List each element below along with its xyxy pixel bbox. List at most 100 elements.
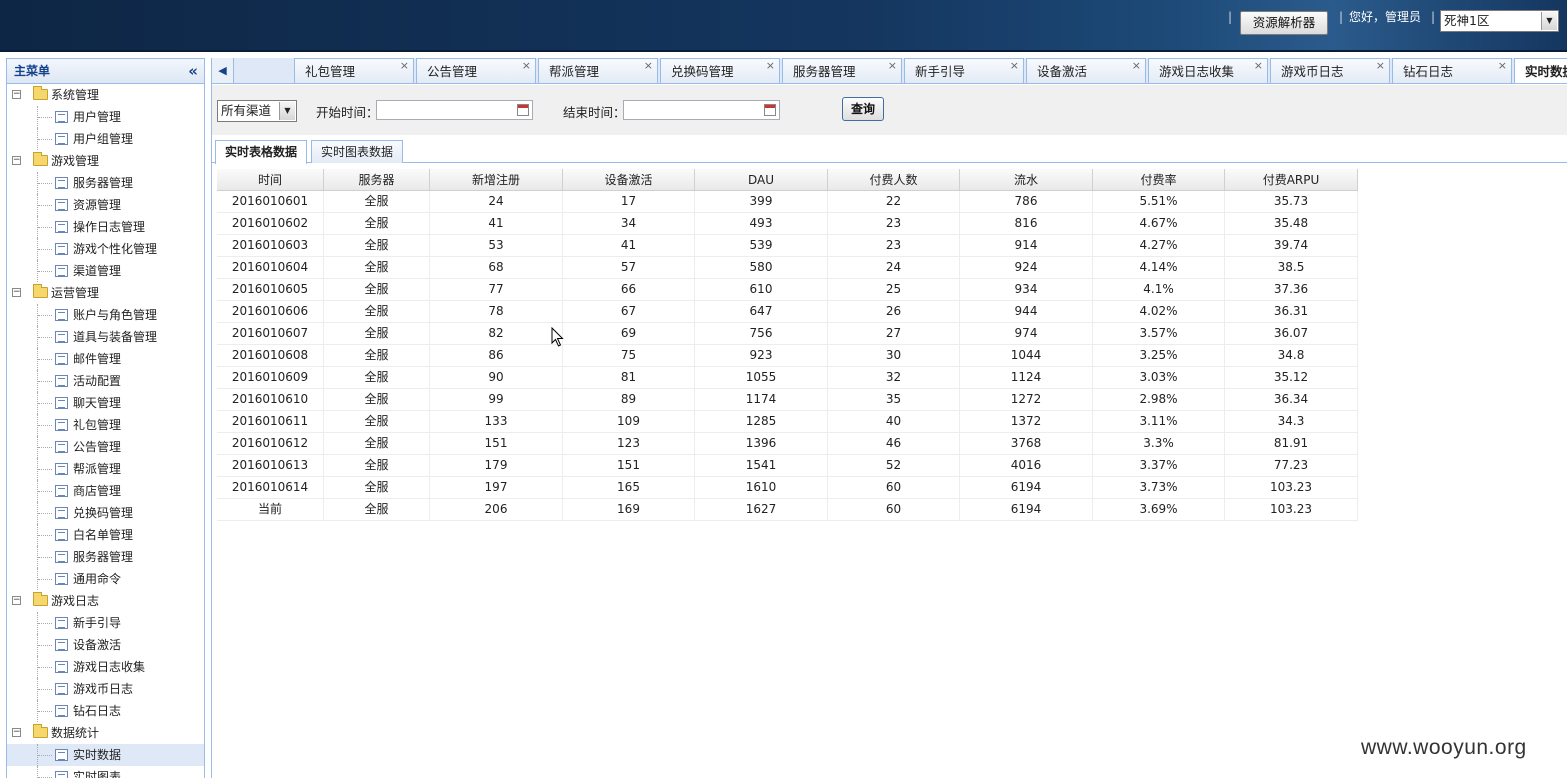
menu-item[interactable]: 用户管理 [7, 106, 204, 128]
menu-group[interactable]: − 游戏管理 [7, 150, 204, 172]
tab-item[interactable]: 帮派管理 × [538, 58, 658, 83]
server-select[interactable]: 死神1区 ▼ [1440, 10, 1559, 32]
table-cell: 67 [563, 301, 695, 322]
column-header[interactable]: 付费率 [1093, 169, 1225, 190]
column-header[interactable]: 设备激活 [563, 169, 695, 190]
menu-item[interactable]: 道具与装备管理 [7, 326, 204, 348]
column-header[interactable]: DAU [695, 169, 828, 190]
collapse-toggle-icon[interactable]: − [12, 90, 21, 99]
menu-item[interactable]: 帮派管理 [7, 458, 204, 480]
menu-item[interactable]: 礼包管理 [7, 414, 204, 436]
close-icon[interactable]: × [766, 58, 775, 78]
end-time-input[interactable] [623, 100, 780, 120]
column-header[interactable]: 服务器 [324, 169, 430, 190]
menu-item[interactable]: 游戏日志收集 [7, 656, 204, 678]
menu-item[interactable]: 兑换码管理 [7, 502, 204, 524]
menu-item[interactable]: 游戏币日志 [7, 678, 204, 700]
double-chevron-left-icon[interactable]: « [188, 59, 198, 83]
table-row[interactable]: 2016010601 全服 24 17 399 22 786 5.51% 35.73 [217, 191, 1358, 213]
menu-item[interactable]: 白名单管理 [7, 524, 204, 546]
menu-item[interactable]: 实时数据 [7, 744, 204, 766]
table-row[interactable]: 2016010605 全服 77 66 610 25 934 4.1% 37.36 [217, 279, 1358, 301]
table-row[interactable]: 2016010602 全服 41 34 493 23 816 4.67% 35.48 [217, 213, 1358, 235]
menu-item[interactable]: 通用命令 [7, 568, 204, 590]
tab-item[interactable]: 游戏日志收集 × [1148, 58, 1268, 83]
calendar-icon[interactable] [764, 104, 776, 116]
table-row[interactable]: 2016010613 全服 179 151 1541 52 4016 3.37% 77.23 [217, 455, 1358, 477]
tab-scroll-left-icon[interactable]: ◀ [212, 58, 234, 83]
tab-item[interactable]: 兑换码管理 × [660, 58, 780, 83]
query-button[interactable]: 查询 [842, 97, 884, 121]
resource-parser-button[interactable]: 资源解析器 [1240, 11, 1328, 35]
tab-item[interactable]: 新手引导 × [904, 58, 1024, 83]
collapse-toggle-icon[interactable]: − [12, 596, 21, 605]
close-icon[interactable]: × [1376, 58, 1385, 78]
table-row[interactable]: 2016010607 全服 82 69 756 27 974 3.57% 36.07 [217, 323, 1358, 345]
menu-item[interactable]: 服务器管理 [7, 546, 204, 568]
menu-item[interactable]: 操作日志管理 [7, 216, 204, 238]
menu-group[interactable]: − 运营管理 [7, 282, 204, 304]
column-header[interactable]: 流水 [960, 169, 1093, 190]
table-row[interactable]: 当前 全服 206 169 1627 60 6194 3.69% 103.23 [217, 499, 1358, 521]
tab-item[interactable]: 礼包管理 × [294, 58, 414, 83]
calendar-icon[interactable] [517, 104, 529, 116]
chevron-down-icon[interactable]: ▼ [1541, 12, 1557, 30]
menu-item[interactable]: 新手引导 [7, 612, 204, 634]
collapse-toggle-icon[interactable]: − [12, 288, 21, 297]
table-row[interactable]: 2016010609 全服 90 81 1055 32 1124 3.03% 35.12 [217, 367, 1358, 389]
menu-item[interactable]: 设备激活 [7, 634, 204, 656]
menu-item[interactable]: 渠道管理 [7, 260, 204, 282]
tab-active[interactable]: 实时数据 [1514, 58, 1567, 83]
close-icon[interactable]: × [888, 58, 897, 78]
menu-group[interactable]: − 系统管理 [7, 84, 204, 106]
table-row[interactable]: 2016010612 全服 151 123 1396 46 3768 3.3% 81.91 [217, 433, 1358, 455]
close-icon[interactable]: × [644, 58, 653, 78]
menu-item[interactable]: 邮件管理 [7, 348, 204, 370]
close-icon[interactable]: × [1010, 58, 1019, 78]
tree-line [38, 183, 52, 184]
close-icon[interactable]: × [1254, 58, 1263, 78]
table-row[interactable]: 2016010606 全服 78 67 647 26 944 4.02% 36.31 [217, 301, 1358, 323]
chevron-down-icon[interactable]: ▼ [279, 102, 295, 120]
table-row[interactable]: 2016010603 全服 53 41 539 23 914 4.27% 39.74 [217, 235, 1358, 257]
tab-item[interactable]: 钻石日志 × [1392, 58, 1512, 83]
table-row[interactable]: 2016010604 全服 68 57 580 24 924 4.14% 38.5 [217, 257, 1358, 279]
subtab-realtime-chart[interactable]: 实时图表数据 [311, 140, 404, 163]
menu-item[interactable]: 活动配置 [7, 370, 204, 392]
column-header[interactable]: 付费人数 [828, 169, 960, 190]
tab-item[interactable]: 设备激活 × [1026, 58, 1146, 83]
table-cell: 580 [695, 257, 828, 278]
menu-item[interactable]: 商店管理 [7, 480, 204, 502]
close-icon[interactable]: × [1132, 58, 1141, 78]
start-time-input[interactable] [376, 100, 533, 120]
menu-item[interactable]: 用户组管理 [7, 128, 204, 150]
tab-item[interactable]: 公告管理 × [416, 58, 536, 83]
tab-item[interactable]: 游戏币日志 × [1270, 58, 1390, 83]
close-icon[interactable]: × [400, 58, 409, 78]
table-row[interactable]: 2016010608 全服 86 75 923 30 1044 3.25% 34.8 [217, 345, 1358, 367]
menu-group[interactable]: − 数据统计 [7, 722, 204, 744]
menu-item[interactable]: 钻石日志 [7, 700, 204, 722]
table-row[interactable]: 2016010611 全服 133 109 1285 40 1372 3.11% 34.3 [217, 411, 1358, 433]
menu-item[interactable]: 实时图表 [7, 766, 204, 778]
tab-item[interactable]: 服务器管理 × [782, 58, 902, 83]
channel-select[interactable]: 所有渠道 ▼ [217, 100, 297, 122]
table-row[interactable]: 2016010610 全服 99 89 1174 35 1272 2.98% 36.34 [217, 389, 1358, 411]
menu-item[interactable]: 资源管理 [7, 194, 204, 216]
table-row[interactable]: 2016010614 全服 197 165 1610 60 6194 3.73% 103.23 [217, 477, 1358, 499]
close-icon[interactable]: × [1498, 58, 1507, 78]
collapse-toggle-icon[interactable]: − [12, 156, 21, 165]
menu-item[interactable]: 服务器管理 [7, 172, 204, 194]
menu-item[interactable]: 账户与角色管理 [7, 304, 204, 326]
table-cell: 81 [563, 367, 695, 388]
collapse-toggle-icon[interactable]: − [12, 728, 21, 737]
column-header[interactable]: 新增注册 [430, 169, 563, 190]
close-icon[interactable]: × [522, 58, 531, 78]
menu-group[interactable]: − 游戏日志 [7, 590, 204, 612]
menu-item[interactable]: 公告管理 [7, 436, 204, 458]
menu-item[interactable]: 游戏个性化管理 [7, 238, 204, 260]
column-header[interactable]: 时间 [217, 169, 324, 190]
column-header[interactable]: 付费ARPU [1225, 169, 1358, 190]
menu-item[interactable]: 聊天管理 [7, 392, 204, 414]
subtab-realtime-table[interactable]: 实时表格数据 [215, 140, 308, 164]
